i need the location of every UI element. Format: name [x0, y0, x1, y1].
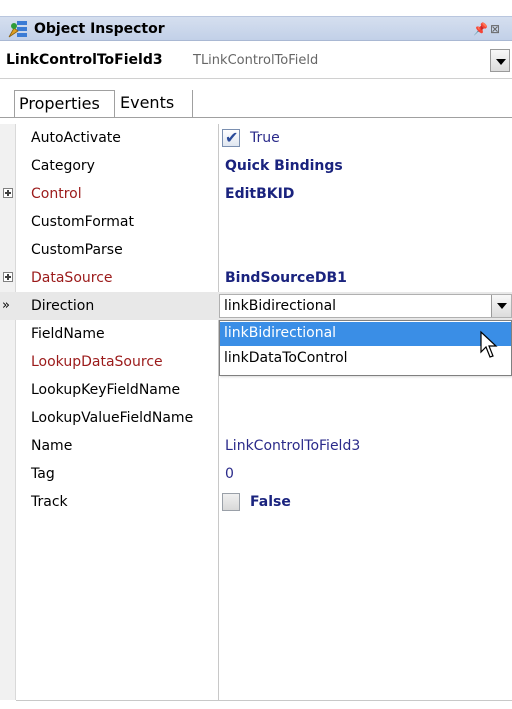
tab-events[interactable]: Events [116, 90, 193, 118]
property-name: Tag [31, 466, 55, 482]
property-name: DataSource [31, 270, 113, 286]
chevron-down-icon [496, 59, 506, 65]
selected-object-type: TLinkControlToField [193, 53, 319, 68]
property-row-lookupvaluefieldname[interactable]: LookupValueFieldName [0, 404, 512, 432]
property-row-autoactivate[interactable]: AutoActivate ✔ True [0, 124, 512, 152]
dropdown-option-linkdatatocontrol[interactable]: linkDataToControl [220, 347, 511, 371]
dropdown-option-linkbidirectional[interactable]: linkBidirectional [220, 322, 511, 346]
property-row-direction[interactable]: » Direction linkBidirectional [0, 292, 512, 320]
property-name: LookupValueFieldName [31, 410, 194, 426]
selected-object-name: LinkControlToField3 [6, 52, 163, 68]
combobox-value: linkBidirectional [224, 298, 337, 314]
property-row-tag[interactable]: Tag 0 [0, 460, 512, 488]
property-name: LookupKeyFieldName [31, 382, 181, 398]
property-row-track[interactable]: Track False [0, 488, 512, 516]
property-name: CustomFormat [31, 214, 134, 230]
checkbox-checked[interactable]: ✔ [222, 128, 240, 147]
expand-plus-icon[interactable] [3, 272, 13, 282]
property-value: EditBKID [225, 186, 295, 202]
checkbox-unchecked[interactable] [222, 493, 240, 511]
property-name: Control [31, 186, 82, 202]
property-value: LinkControlToField3 [225, 438, 361, 454]
expand-plus-icon[interactable] [3, 188, 13, 198]
object-inspector-icon [8, 21, 27, 38]
window-title: Object Inspector [34, 21, 165, 37]
property-row-control[interactable]: Control EditBKID [0, 180, 512, 208]
property-name: CustomParse [31, 242, 123, 258]
direction-dropdown-list: linkBidirectional linkDataToControl [219, 320, 512, 376]
property-row-name[interactable]: Name LinkControlToField3 [0, 432, 512, 460]
property-row-lookupkeyfieldname[interactable]: LookupKeyFieldName [0, 376, 512, 404]
property-name: Category [31, 158, 95, 174]
property-value: 0 [225, 466, 234, 482]
chevron-down-icon [497, 303, 507, 309]
tabs-divider [0, 117, 512, 118]
property-row-datasource[interactable]: DataSource BindSourceDB1 [0, 264, 512, 292]
property-name: LookupDataSource [31, 354, 163, 370]
combobox-dropdown-button[interactable] [491, 295, 511, 317]
property-row-customformat[interactable]: CustomFormat [0, 208, 512, 236]
object-selector-dropdown-button[interactable] [490, 49, 510, 72]
property-name: Direction [31, 298, 95, 314]
property-name: FieldName [31, 326, 105, 342]
pin-icon[interactable]: 📌 [473, 22, 488, 36]
property-row-category[interactable]: Category Quick Bindings [0, 152, 512, 180]
property-value: False [250, 494, 291, 510]
grid-bottom-border [16, 700, 512, 701]
property-value: BindSourceDB1 [225, 270, 347, 286]
property-value: True [250, 130, 280, 146]
property-name: Name [31, 438, 73, 454]
checkmark-icon: ✔ [225, 128, 239, 147]
property-row-customparse[interactable]: CustomParse [0, 236, 512, 264]
property-value: Quick Bindings [225, 158, 343, 174]
inspector-title-bar: Object Inspector 📌 ⊠ [0, 16, 512, 41]
property-name: Track [31, 494, 68, 510]
property-grid: AutoActivate ✔ True Category Quick Bindi… [0, 124, 512, 701]
close-icon[interactable]: ⊠ [490, 22, 504, 36]
mouse-cursor-icon [480, 330, 498, 358]
property-name: AutoActivate [31, 130, 121, 146]
tab-properties[interactable]: Properties [14, 90, 115, 118]
direction-combobox[interactable]: linkBidirectional [219, 294, 512, 318]
current-row-marker: » [2, 298, 10, 313]
object-selector[interactable]: LinkControlToField3 TLinkControlToField [0, 42, 512, 79]
